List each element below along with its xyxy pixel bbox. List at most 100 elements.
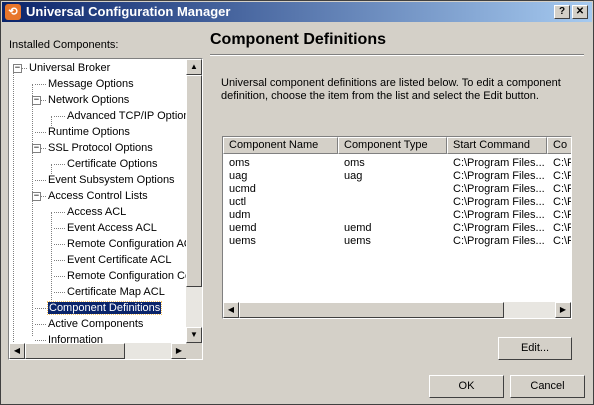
tree-item-message-options[interactable]: Message Options: [48, 77, 134, 92]
scroll-thumb[interactable]: [239, 302, 504, 318]
tree-connector: [54, 116, 65, 117]
column-header-type[interactable]: Component Type: [338, 137, 447, 154]
installed-components-label: Installed Components:: [9, 39, 119, 51]
tree-item-event-certificate-acl[interactable]: Event Certificate ACL: [67, 253, 172, 268]
table-cell: udm: [229, 209, 251, 221]
component-list[interactable]: Component Name Component Type Start Comm…: [222, 136, 572, 319]
tree-item-event-access-acl[interactable]: Event Access ACL: [67, 221, 157, 236]
app-window: ⟲ Universal Configuration Manager ? ✕ In…: [0, 0, 594, 405]
table-cell: C:\Program Files...: [453, 235, 545, 247]
page-title: Component Definitions: [210, 31, 386, 48]
tree-item-ssl-protocol-options[interactable]: SSL Protocol Options: [48, 141, 153, 156]
table-cell: ucmd: [229, 183, 256, 195]
collapse-icon[interactable]: −: [32, 192, 41, 201]
table-cell: oms: [344, 157, 365, 169]
tree-connector: [35, 308, 46, 309]
tree-item-component-definitions[interactable]: Component Definitions: [46, 301, 163, 316]
tree-connector: [35, 324, 46, 325]
collapse-icon[interactable]: −: [32, 96, 41, 105]
scroll-thumb[interactable]: [25, 343, 125, 359]
table-cell: [344, 183, 448, 196]
table-cell: C:\Program Files...: [453, 222, 545, 234]
help-button[interactable]: ?: [554, 5, 570, 19]
tree-connector: [35, 132, 46, 133]
tree-item-universal-broker[interactable]: Universal Broker: [29, 61, 110, 76]
tree-connector: [54, 276, 65, 277]
tree-item-information[interactable]: Information: [48, 333, 103, 343]
page-header: Component Definitions: [210, 30, 584, 50]
collapse-icon[interactable]: −: [13, 64, 22, 73]
component-tree[interactable]: Universal Broker − Message Options Network …: [8, 58, 203, 360]
title-bar[interactable]: ⟲ Universal Configuration Manager ? ✕: [2, 2, 592, 22]
edit-button[interactable]: Edit...: [498, 337, 572, 360]
tree-item-remote-configuration-acl[interactable]: Remote Configuration ACL: [67, 237, 187, 252]
tree-horizontal-scrollbar[interactable]: ◀ ▶: [9, 343, 187, 359]
table-cell: uemd: [229, 222, 257, 234]
tree-item-label: Event Access ACL: [67, 222, 157, 234]
tree-item-event-subsystem-options[interactable]: Event Subsystem Options: [48, 173, 175, 188]
tree-item-label: Universal Broker: [29, 62, 111, 74]
tree-item-label: Network Options: [48, 94, 130, 106]
tree-item-label: SSL Protocol Options: [48, 142, 153, 154]
table-cell: C:\Program Files...: [453, 209, 545, 221]
tree-guide-line: [51, 212, 52, 300]
tree-connector: [35, 340, 46, 341]
scroll-right-icon[interactable]: ▶: [171, 343, 187, 359]
column-header-name[interactable]: Component Name: [223, 137, 338, 154]
scroll-down-icon[interactable]: ▼: [186, 327, 202, 343]
table-cell: C:\Program Files...: [453, 196, 545, 208]
table-cell: C:\F: [553, 222, 571, 234]
list-horizontal-scrollbar[interactable]: ◀ ▶: [223, 302, 571, 318]
window-title: Universal Configuration Manager: [26, 4, 231, 19]
scroll-left-icon[interactable]: ◀: [223, 302, 239, 318]
tree-connector: [54, 292, 65, 293]
tree-item-advanced-tcp-ip-options[interactable]: Advanced TCP/IP Options: [67, 109, 187, 124]
table-cell: uctl: [229, 196, 247, 208]
tree-item-label: Information: [48, 334, 104, 343]
tree-connector: [35, 84, 46, 85]
tree-item-label: Event Certificate ACL: [67, 254, 172, 266]
cancel-button[interactable]: Cancel: [510, 375, 585, 398]
tree-item-label: Access ACL: [67, 206, 127, 218]
close-button[interactable]: ✕: [572, 5, 588, 19]
tree-item-label: Access Control Lists: [48, 190, 148, 202]
scroll-right-icon[interactable]: ▶: [555, 302, 571, 318]
scroll-thumb[interactable]: [186, 75, 202, 287]
tree-guide-line: [13, 68, 14, 343]
tree-item-runtime-options[interactable]: Runtime Options: [48, 125, 130, 140]
scroll-left-icon[interactable]: ◀: [9, 343, 25, 359]
tree-vertical-scrollbar[interactable]: ▲ ▼: [186, 59, 202, 343]
tree-item-label: Event Subsystem Options: [48, 174, 175, 186]
table-cell: [344, 209, 448, 222]
column-header-config[interactable]: Co: [547, 137, 571, 154]
tree-guide-line: [32, 84, 33, 336]
tree-item-access-control-lists[interactable]: Access Control Lists: [48, 189, 148, 204]
app-icon: ⟲: [5, 4, 21, 20]
scroll-up-icon[interactable]: ▲: [186, 59, 202, 75]
column-header-start[interactable]: Start Command: [447, 137, 547, 154]
tree-item-label: Advanced TCP/IP Options: [67, 110, 187, 122]
table-cell: C:\F: [553, 235, 571, 247]
table-cell: C:\Program Files...: [453, 157, 545, 169]
table-cell: uag: [229, 170, 248, 182]
tree-item-label: Remote Configuration ACL: [67, 238, 187, 250]
tree-connector: [54, 164, 65, 165]
tree-item-network-options[interactable]: Network Options: [48, 93, 129, 108]
tree-item-label: Remote Configuration Certificate ACL: [67, 270, 187, 282]
tree-item-label: Certificate Options: [67, 158, 158, 170]
table-cell: oms: [229, 157, 250, 169]
header-divider: [210, 54, 584, 56]
tree-item-active-components[interactable]: Active Components: [48, 317, 143, 332]
tree-item-certificate-options[interactable]: Certificate Options: [67, 157, 157, 172]
table-cell: C:\F: [553, 183, 571, 195]
table-cell: C:\Program Files...: [453, 170, 545, 182]
tree-item-label: Active Components: [48, 318, 144, 330]
table-cell: uems: [229, 235, 256, 247]
tree-item-remote-configuration-certificate-acl[interactable]: Remote Configuration Certificate ACL: [67, 269, 187, 284]
tree-connector: [54, 212, 65, 213]
tree-item-certificate-map-acl[interactable]: Certificate Map ACL: [67, 285, 165, 300]
tree-item-access-acl[interactable]: Access ACL: [67, 205, 126, 220]
collapse-icon[interactable]: −: [32, 144, 41, 153]
ok-button[interactable]: OK: [429, 375, 504, 398]
tree-item-label: Runtime Options: [48, 126, 130, 138]
